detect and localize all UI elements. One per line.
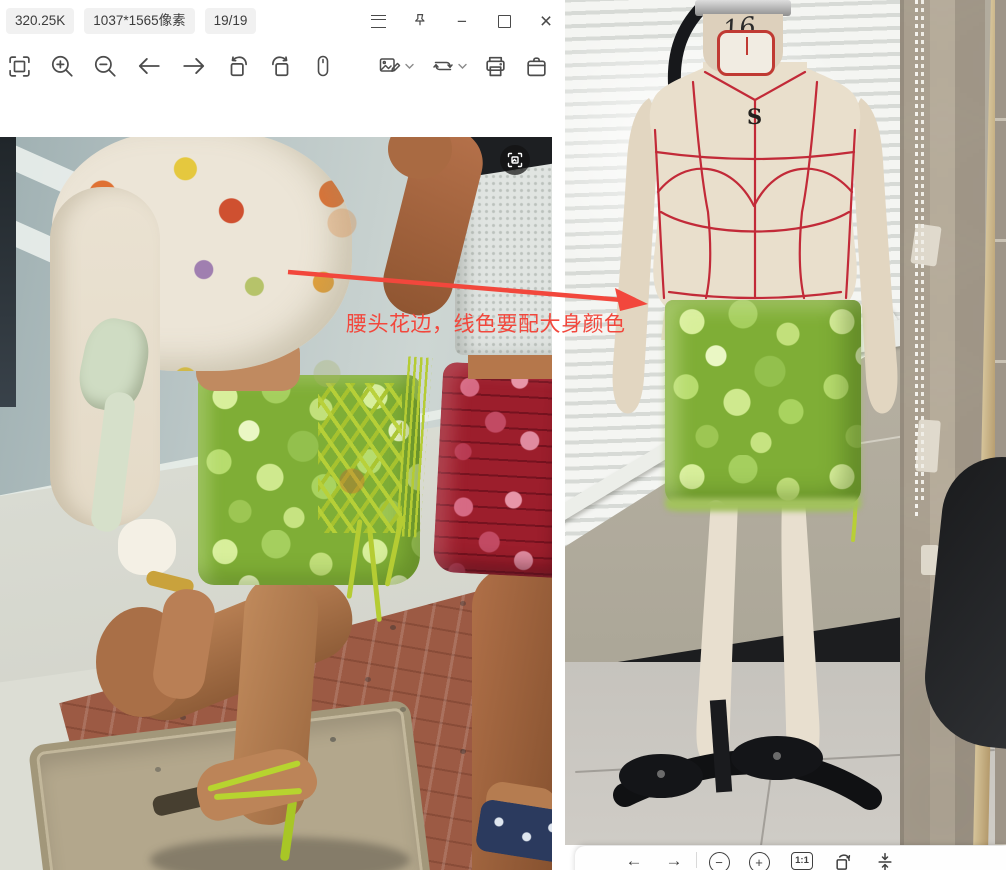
maximize-button[interactable] bbox=[494, 11, 514, 31]
previous-image-button[interactable] bbox=[135, 53, 163, 79]
mouse-scroll-button[interactable] bbox=[311, 53, 335, 79]
next-image-button[interactable] bbox=[180, 53, 208, 79]
close-icon: × bbox=[540, 11, 552, 32]
zoom-in-icon bbox=[49, 53, 75, 79]
arrow-left-icon bbox=[135, 53, 163, 79]
zoom-out-button[interactable] bbox=[92, 53, 118, 79]
stand-base bbox=[619, 700, 870, 798]
zoom-out-icon bbox=[92, 53, 118, 79]
window-controls: − × bbox=[368, 0, 556, 42]
clipboard-button[interactable] bbox=[524, 54, 549, 79]
image-edit-icon bbox=[377, 54, 403, 78]
toolbar-right-group bbox=[377, 54, 549, 79]
print-icon bbox=[483, 54, 508, 79]
page-indicator-badge: 19/19 bbox=[205, 8, 257, 34]
sample-photo[interactable]: 16 S bbox=[565, 0, 1006, 845]
zoom-in-icon: + bbox=[749, 852, 770, 870]
minimize-icon: − bbox=[457, 13, 467, 30]
sample-green-sequin-skirt bbox=[665, 300, 861, 505]
companion-red-sequin-skirt bbox=[433, 362, 552, 579]
hamburger-icon bbox=[371, 15, 386, 28]
image-search-button[interactable] bbox=[500, 145, 530, 175]
print-button[interactable] bbox=[483, 54, 508, 79]
arrow-left-icon: ← bbox=[626, 852, 643, 869]
crop-rotate-icon bbox=[430, 54, 456, 78]
close-button[interactable]: × bbox=[536, 11, 556, 31]
body-size-label: S bbox=[747, 104, 762, 129]
image-viewer-window: 320.25K 1037*1565像素 19/19 − × bbox=[0, 0, 1006, 870]
toolbar-left-group bbox=[7, 53, 335, 79]
dimensions-badge: 1037*1565像素 bbox=[84, 8, 194, 34]
image-edit-button[interactable] bbox=[377, 54, 414, 78]
file-size-badge: 320.25K bbox=[6, 8, 74, 34]
mouse-icon bbox=[311, 53, 335, 79]
blouse-cuff bbox=[118, 519, 176, 575]
mannequin-right-leg bbox=[781, 500, 819, 764]
rotate-left-icon bbox=[225, 53, 251, 79]
rotate-button[interactable] bbox=[830, 852, 856, 870]
maximize-icon bbox=[498, 15, 511, 28]
arrow-right-icon bbox=[180, 53, 208, 79]
zoom-out-button[interactable]: − bbox=[706, 852, 732, 870]
mannequin-left-arm bbox=[613, 98, 658, 413]
rotate-icon bbox=[833, 852, 853, 870]
info-badges: 320.25K 1037*1565像素 19/19 bbox=[6, 8, 256, 34]
blouse-right-sleeve bbox=[292, 137, 392, 567]
chevron-down-icon bbox=[458, 63, 467, 70]
skirt-fuzzy-hem bbox=[665, 498, 861, 510]
pin-icon bbox=[411, 12, 429, 30]
fit-height-icon bbox=[875, 852, 895, 870]
minimize-button[interactable]: − bbox=[452, 11, 472, 31]
scan-image-icon bbox=[507, 152, 523, 168]
rotate-right-icon bbox=[268, 53, 294, 79]
actual-size-button[interactable]: 1:1 bbox=[786, 852, 818, 870]
zoom-in-button[interactable]: + bbox=[746, 852, 772, 870]
toolbar-divider bbox=[696, 852, 697, 868]
zoom-out-icon: − bbox=[709, 852, 730, 870]
prev-button[interactable]: ← bbox=[621, 852, 647, 869]
menu-button[interactable] bbox=[368, 11, 388, 31]
clipboard-icon bbox=[524, 54, 549, 79]
fit-screen-icon bbox=[7, 54, 32, 79]
zoom-in-button[interactable] bbox=[49, 53, 75, 79]
crop-rotate-button[interactable] bbox=[430, 54, 467, 78]
street-pole bbox=[0, 137, 16, 407]
one-to-one-icon: 1:1 bbox=[791, 852, 813, 870]
rotate-right-button[interactable] bbox=[268, 53, 294, 79]
fit-screen-button[interactable] bbox=[7, 54, 32, 79]
titlebar: 320.25K 1037*1565像素 19/19 − × bbox=[0, 0, 560, 42]
next-button[interactable]: → bbox=[661, 852, 687, 869]
pin-button[interactable] bbox=[410, 11, 430, 31]
fit-height-button[interactable] bbox=[872, 852, 898, 870]
toolbar bbox=[0, 44, 560, 88]
arrow-right-icon: → bbox=[666, 852, 683, 869]
chevron-down-icon bbox=[405, 63, 414, 70]
reference-photo[interactable] bbox=[0, 137, 552, 870]
bottom-toolbar: ← → − + 1:1 bbox=[575, 846, 1006, 870]
rotate-left-button[interactable] bbox=[225, 53, 251, 79]
neck-red-patch bbox=[717, 30, 775, 76]
